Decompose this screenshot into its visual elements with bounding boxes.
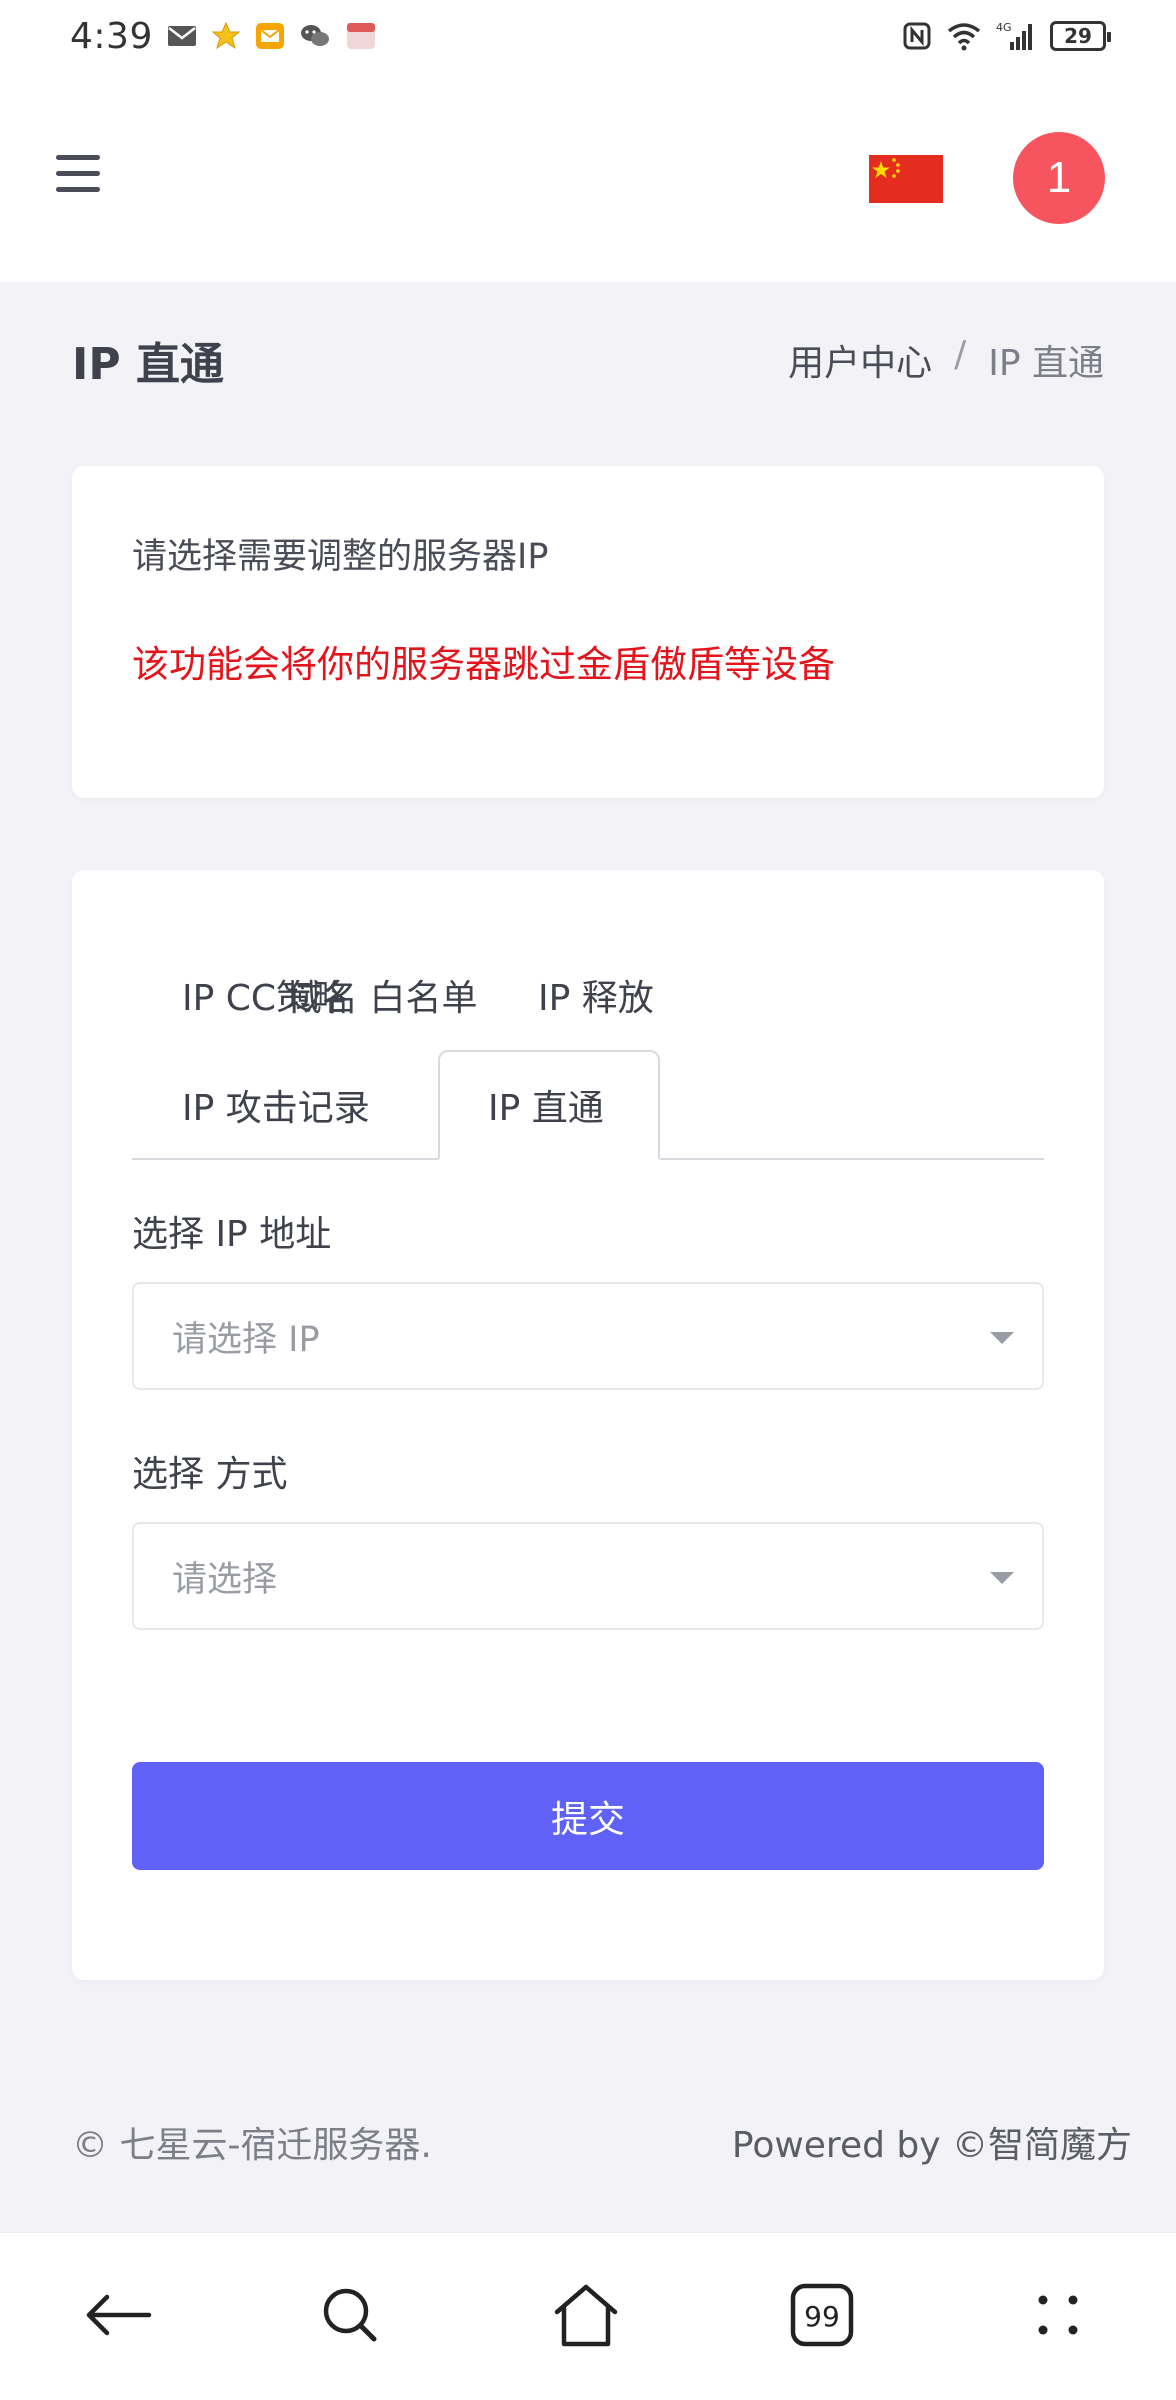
breadcrumb: 用户中心 / IP 直通 (788, 334, 1104, 386)
search-icon[interactable] (310, 2275, 390, 2355)
back-icon[interactable] (78, 2275, 158, 2355)
system-navigation-bar: 99 (0, 2232, 1176, 2400)
tab-ip-release[interactable]: IP 释放 (488, 940, 704, 1050)
cellular-signal-icon: 4G (996, 20, 1036, 52)
footer-copyright: © 七星云-宿迁服务器. (72, 2125, 432, 2166)
battery-indicator: 29 (1050, 21, 1111, 51)
menu-icon[interactable] (56, 155, 100, 193)
ip-address-label: 选择 IP 地址 (132, 1214, 332, 1255)
footer-powered-by[interactable]: Powered by ©智简魔方 (732, 2116, 1132, 2168)
chevron-down-icon (990, 1332, 1014, 1344)
notice-instruction: 请选择需要调整的服务器IP (132, 537, 549, 577)
status-left: 4:39 (70, 16, 377, 57)
user-avatar[interactable]: 1 (1013, 132, 1105, 224)
status-right: 4G 29 (902, 20, 1111, 52)
footer: © 七星云-宿迁服务器. Powered by ©智简魔方 (0, 2052, 1176, 2232)
page-title: IP 直通 (72, 339, 224, 390)
form-card: IP CC策略 域名 白名单 IP 释放 IP 攻击记录 IP 直通 选择 IP… (72, 870, 1104, 1980)
wechat-icon (299, 22, 331, 50)
china-flag-icon[interactable] (869, 155, 943, 203)
mode-label: 选择 方式 (132, 1454, 288, 1495)
mail-icon (167, 24, 197, 48)
mode-select[interactable]: 请选择 (132, 1522, 1044, 1630)
chevron-down-icon (990, 1572, 1014, 1584)
page-header: IP 直通 用户中心 / IP 直通 (72, 330, 1104, 390)
mode-select-placeholder: 请选择 (172, 1559, 278, 1600)
tab-bar: IP CC策略 域名 白名单 IP 释放 IP 攻击记录 IP 直通 (132, 940, 1044, 1160)
tabs-count-icon[interactable]: 99 (782, 2275, 862, 2355)
star-icon (211, 21, 241, 51)
ip-select[interactable]: 请选择 IP (132, 1282, 1044, 1390)
svg-text:99: 99 (804, 2300, 840, 2333)
breadcrumb-separator: / (954, 334, 967, 375)
status-bar: 4:39 4G 29 (0, 0, 1176, 72)
nfc-icon (902, 21, 932, 51)
more-options-icon[interactable] (1018, 2275, 1098, 2355)
home-icon[interactable] (546, 2275, 626, 2355)
wifi-icon (946, 21, 982, 51)
notice-warning: 该功能会将你的服务器跳过金盾傲盾等设备 (132, 643, 835, 686)
svg-text:4G: 4G (996, 21, 1012, 34)
status-time: 4:39 (70, 15, 153, 57)
message-icon (255, 22, 285, 50)
submit-button[interactable]: 提交 (132, 1762, 1044, 1870)
breadcrumb-parent[interactable]: 用户中心 (788, 334, 932, 386)
app-notification-icon (345, 21, 377, 51)
tab-ip-direct[interactable]: IP 直通 (438, 1050, 660, 1160)
tab-domain-whitelist-label: 域名 白名单 (286, 978, 478, 1019)
ip-select-placeholder: 请选择 IP (172, 1319, 320, 1360)
breadcrumb-current: IP 直通 (988, 343, 1104, 384)
notice-card: 请选择需要调整的服务器IP 该功能会将你的服务器跳过金盾傲盾等设备 (72, 466, 1104, 798)
top-navigation: 1 (0, 72, 1176, 282)
tab-ip-attack-log[interactable]: IP 攻击记录 (132, 1050, 420, 1160)
tab-domain-whitelist[interactable]: 域名 白名单 (132, 940, 477, 1050)
